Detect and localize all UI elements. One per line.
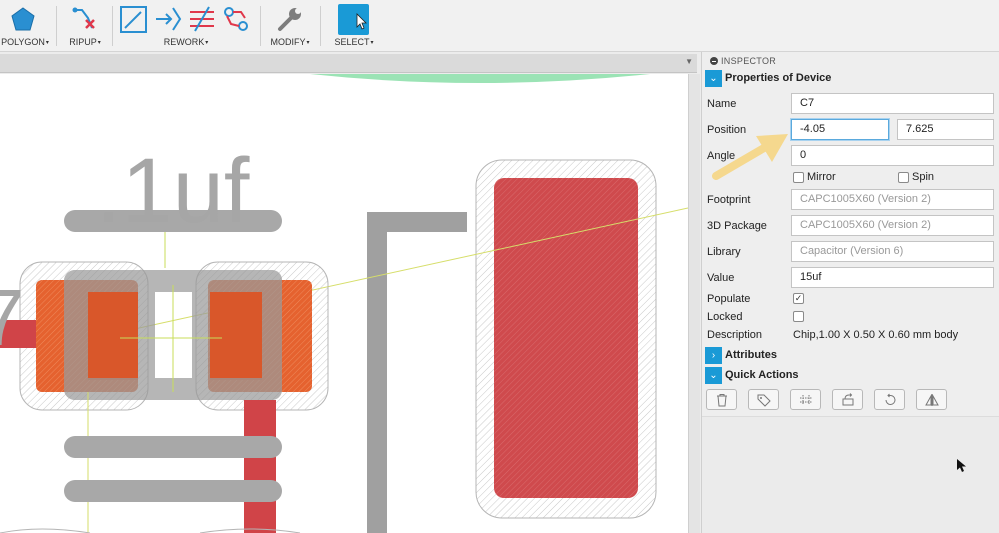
- ripup-label: RIPUP: [69, 37, 97, 47]
- populate-checkbox[interactable]: ✓: [793, 293, 804, 304]
- spin-checkbox[interactable]: [898, 172, 909, 183]
- toolbar-divider: [112, 6, 113, 46]
- tag-button[interactable]: [748, 389, 779, 410]
- slide-icon[interactable]: [153, 4, 183, 34]
- toolbar: POLYGON▾ RIPUP▾ REWORK▾ MODIFY▾ SELECT▾: [0, 0, 999, 52]
- section-properties[interactable]: ⌄ Properties of Device: [705, 70, 995, 87]
- polygon-icon[interactable]: [8, 4, 38, 34]
- align-icon: [800, 395, 812, 405]
- chevron-down-icon[interactable]: ⌄: [705, 70, 722, 87]
- rework-label: REWORK: [163, 37, 205, 47]
- modify-group[interactable]: MODIFY▾: [264, 0, 316, 52]
- chevron-down-icon[interactable]: ▼: [685, 57, 693, 66]
- select-label: SELECT: [334, 37, 370, 47]
- inspector-empty-area: [702, 416, 999, 533]
- polygon-group[interactable]: POLYGON▾: [0, 0, 50, 52]
- footprint-label: Footprint: [707, 194, 751, 206]
- library-field: Capacitor (Version 6): [791, 241, 994, 262]
- locked-checkbox[interactable]: [793, 311, 804, 322]
- pcb-canvas[interactable]: .1uf 7: [0, 74, 688, 533]
- section-attributes[interactable]: › Attributes: [705, 347, 995, 364]
- section-quick-actions[interactable]: ⌄ Quick Actions: [705, 367, 995, 384]
- align-button[interactable]: [790, 389, 821, 410]
- rotate-icon: [885, 393, 896, 405]
- ripup-icon[interactable]: [70, 4, 100, 34]
- inspector-header: INSPECTOR: [710, 56, 776, 66]
- wrench-icon[interactable]: [275, 4, 305, 34]
- silkscreen-line: [64, 436, 282, 458]
- optimize-icon[interactable]: [221, 4, 251, 34]
- rotate-button[interactable]: [874, 389, 905, 410]
- select-group[interactable]: SELECT▾: [324, 0, 384, 52]
- footprint-field: CAPC1005X60 (Version 2): [791, 189, 994, 210]
- description-label: Description: [707, 329, 763, 341]
- value-label: Value: [707, 272, 735, 284]
- populate-label: Populate: [707, 293, 751, 305]
- collapse-icon[interactable]: [710, 57, 718, 65]
- library-label: Library: [707, 246, 741, 258]
- value-text: .1uf: [96, 140, 250, 242]
- position-y-field[interactable]: 7.625: [897, 119, 994, 140]
- position-x-field[interactable]: -4.05: [791, 119, 889, 140]
- mirror-button[interactable]: [916, 389, 947, 410]
- value-field[interactable]: 15uf: [791, 267, 994, 288]
- canvas-tab-bar: ▼: [0, 54, 697, 73]
- toolbar-divider: [260, 6, 261, 46]
- meander-icon[interactable]: [187, 4, 217, 34]
- ripup-group[interactable]: RIPUP▾: [60, 0, 110, 52]
- board-drawing: .1uf 7: [0, 74, 688, 533]
- trace-vertical: [244, 400, 276, 533]
- mirror-label: Mirror: [807, 171, 836, 183]
- pad-1-inner: [88, 292, 138, 380]
- modify-label: MODIFY: [270, 37, 306, 47]
- rework-group[interactable]: REWORK▾: [116, 0, 256, 52]
- chevron-right-icon[interactable]: ›: [705, 347, 722, 364]
- copper-edge: [310, 74, 650, 83]
- name-text-partial: 7: [0, 273, 25, 362]
- mirror-icon: [925, 394, 939, 406]
- toolbar-divider: [56, 6, 57, 46]
- route-icon[interactable]: [119, 4, 149, 34]
- package3d-field: CAPC1005X60 (Version 2): [791, 215, 994, 236]
- cursor-icon: [356, 13, 367, 30]
- name-label: Name: [707, 98, 737, 110]
- delete-button[interactable]: [706, 389, 737, 410]
- description-value: Chip,1.00 X 0.50 X 0.60 mm body: [793, 329, 959, 341]
- spin-label: Spin: [912, 171, 935, 183]
- pad-2-inner: [210, 292, 262, 380]
- replace-button[interactable]: [832, 389, 863, 410]
- locked-label: Locked: [707, 311, 743, 323]
- annotation-arrow: [712, 134, 788, 180]
- silkscreen-frame: [367, 212, 467, 533]
- mouse-pointer-icon: [957, 459, 966, 472]
- toolbar-divider: [320, 6, 321, 46]
- silkscreen-line: [64, 480, 282, 502]
- vertical-scrollbar[interactable]: [688, 74, 700, 533]
- replace-icon: [842, 393, 854, 406]
- polygon-label: POLYGON: [1, 37, 45, 47]
- package3d-label: 3D Package: [707, 220, 767, 232]
- chevron-down-icon[interactable]: ⌄: [705, 367, 722, 384]
- partial-outline: [0, 528, 91, 533]
- angle-field[interactable]: 0: [791, 145, 994, 166]
- trash-icon: [717, 394, 727, 407]
- tag-icon: [757, 394, 771, 407]
- select-button[interactable]: [338, 4, 369, 35]
- name-field[interactable]: C7: [791, 93, 994, 114]
- large-pad[interactable]: [494, 178, 638, 498]
